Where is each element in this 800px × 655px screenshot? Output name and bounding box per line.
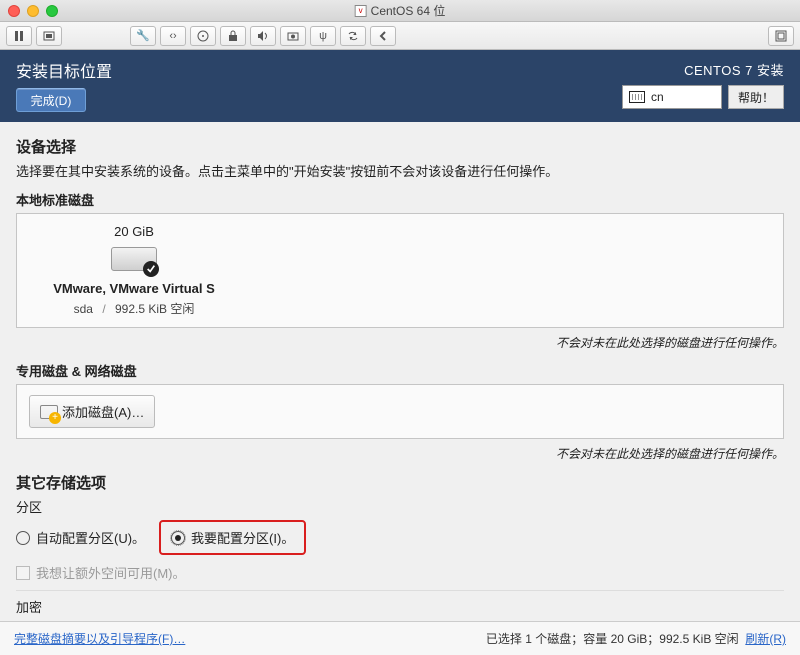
add-disk-button[interactable]: 添加磁盘(A)…	[29, 395, 155, 428]
snapshot-button[interactable]	[36, 26, 62, 46]
radio-icon	[171, 531, 185, 545]
sync-icon[interactable]	[340, 26, 366, 46]
camera-icon[interactable]	[280, 26, 306, 46]
radio-auto-label: 自动配置分区(U)。	[36, 528, 145, 547]
refresh-link[interactable]: 刷新(R)	[745, 632, 786, 646]
close-window-button[interactable]	[8, 5, 20, 17]
encrypt-label: 加密	[16, 597, 784, 616]
harddisk-icon[interactable]	[190, 26, 216, 46]
local-disk-heading: 本地标准磁盘	[16, 190, 784, 209]
radio-auto-partition[interactable]: 自动配置分区(U)。	[16, 528, 145, 547]
disk-subinfo: sda / 992.5 KiB 空闲	[29, 300, 239, 317]
window-title-text: CentOS 64 位	[371, 2, 446, 19]
check-icon	[143, 261, 159, 277]
local-disk-panel: 20 GiB VMware, VMware Virtual S sda / 99…	[16, 213, 784, 328]
harddisk-icon	[111, 243, 157, 275]
device-selection-desc: 选择要在其中安装系统的设备。点击主菜单中的"开始安装"按钮前不会对该设备进行任何…	[16, 161, 784, 180]
partition-options: 自动配置分区(U)。 我要配置分区(I)。	[16, 520, 784, 555]
keyboard-layout-selector[interactable]: cn	[622, 85, 722, 109]
disk-name: VMware, VMware Virtual S	[29, 281, 239, 296]
installer-body: 设备选择 选择要在其中安装系统的设备。点击主菜单中的"开始安装"按钮前不会对该设…	[0, 122, 800, 616]
installer-header: 安装目标位置 完成(D) CENTOS 7 安装 cn 帮助！	[0, 50, 800, 122]
keyboard-layout-label: cn	[651, 90, 664, 104]
window-title: v CentOS 64 位	[355, 2, 446, 19]
sound-icon[interactable]	[250, 26, 276, 46]
other-storage-heading: 其它存储选项	[16, 472, 784, 493]
disk-summary-link[interactable]: 完整磁盘摘要以及引导程序(F)…	[14, 630, 185, 647]
mac-titlebar: v CentOS 64 位	[0, 0, 800, 22]
partition-label: 分区	[16, 497, 784, 516]
disk-dev: sda	[74, 302, 93, 316]
footer-bar: 完整磁盘摘要以及引导程序(F)… 已选择 1 个磁盘；容量 20 GiB；992…	[0, 621, 800, 655]
done-button[interactable]: 完成(D)	[16, 88, 86, 112]
zoom-window-button[interactable]	[46, 5, 58, 17]
lock-icon[interactable]	[220, 26, 246, 46]
extra-space-label: 我想让额外空间可用(M)。	[36, 563, 186, 582]
vm-icon: v	[355, 5, 367, 17]
vm-toolbar: 🔧 ‹› ψ	[0, 22, 800, 50]
keyboard-icon	[629, 91, 645, 103]
minimize-window-button[interactable]	[27, 5, 39, 17]
device-selection-heading: 设备选择	[16, 136, 784, 157]
fullscreen-button[interactable]	[768, 26, 794, 46]
disk-size: 20 GiB	[29, 224, 239, 239]
network-icon[interactable]: ‹›	[160, 26, 186, 46]
radio-manual-partition[interactable]: 我要配置分区(I)。	[159, 520, 306, 555]
disk-note-1: 不会对未在此处选择的磁盘进行任何操作。	[16, 334, 784, 351]
brand-label: CENTOS 7 安装	[684, 58, 784, 79]
tools-icon[interactable]: 🔧	[130, 26, 156, 46]
traffic-lights	[8, 5, 58, 17]
disk-note-2: 不会对未在此处选择的磁盘进行任何操作。	[16, 445, 784, 462]
checkbox-extra-space: 我想让额外空间可用(M)。	[16, 563, 784, 582]
usb-icon[interactable]: ψ	[310, 26, 336, 46]
special-disk-panel: 添加磁盘(A)…	[16, 384, 784, 439]
help-button[interactable]: 帮助！	[728, 85, 784, 109]
add-disk-icon	[40, 405, 58, 419]
page-title: 安装目标位置	[16, 58, 112, 82]
special-disk-heading: 专用磁盘 & 网络磁盘	[16, 361, 784, 380]
disk-item[interactable]: 20 GiB VMware, VMware Virtual S sda / 99…	[29, 224, 239, 317]
radio-manual-label: 我要配置分区(I)。	[191, 528, 294, 547]
disk-free: 992.5 KiB 空闲	[115, 302, 194, 316]
footer-status: 已选择 1 个磁盘；容量 20 GiB；992.5 KiB 空闲 刷新(R)	[486, 630, 786, 647]
chevron-left-icon[interactable]	[370, 26, 396, 46]
radio-icon	[16, 531, 30, 545]
add-disk-label: 添加磁盘(A)…	[62, 402, 144, 421]
pause-button[interactable]	[6, 26, 32, 46]
checkbox-icon	[16, 566, 30, 580]
footer-status-text: 已选择 1 个磁盘；容量 20 GiB；992.5 KiB 空闲	[486, 632, 739, 646]
